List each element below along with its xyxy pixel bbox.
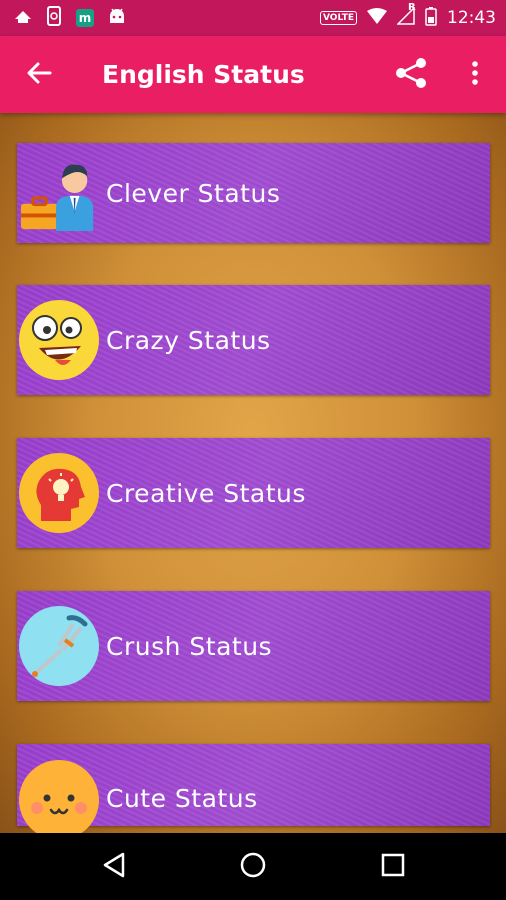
android-icon xyxy=(108,8,126,28)
category-label: Creative Status xyxy=(106,478,306,508)
nav-home-button[interactable] xyxy=(235,849,271,885)
square-recents-icon xyxy=(381,853,405,881)
phone-sync-icon xyxy=(46,6,62,30)
status-bar: m VOLTE R 12:43 xyxy=(0,0,506,36)
category-crush-status[interactable]: Crush Status xyxy=(17,591,490,701)
circle-home-icon xyxy=(239,851,267,883)
volte-badge: VOLTE xyxy=(320,11,357,25)
overflow-menu-button[interactable] xyxy=(462,56,488,94)
wifi-icon xyxy=(367,7,387,29)
cute-face-icon xyxy=(19,760,99,833)
arrow-back-icon xyxy=(26,60,52,90)
category-label: Crush Status xyxy=(106,631,273,661)
category-label: Cute Status xyxy=(106,784,258,813)
creative-head-icon xyxy=(19,453,99,533)
system-icons: VOLTE R 12:43 xyxy=(320,2,496,31)
category-cute-status[interactable]: Cute Status xyxy=(17,744,490,833)
category-crazy-status[interactable]: Crazy Status xyxy=(17,285,490,395)
crazy-face-icon xyxy=(19,300,99,380)
triangle-back-icon xyxy=(101,851,127,883)
crutch-icon xyxy=(19,606,99,686)
share-icon xyxy=(394,56,428,94)
more-vert-icon xyxy=(471,60,479,90)
app-bar: English Status xyxy=(0,36,506,113)
back-button[interactable] xyxy=(22,58,56,92)
category-clever-status[interactable]: Clever Status xyxy=(17,143,490,243)
category-label: Crazy Status xyxy=(106,325,271,355)
navigation-bar xyxy=(0,833,506,900)
nav-back-button[interactable] xyxy=(96,849,132,885)
category-creative-status[interactable]: Creative Status xyxy=(17,438,490,548)
screen: m VOLTE R 12:43 English Status Clever St… xyxy=(0,0,506,900)
share-button[interactable] xyxy=(392,56,430,94)
notification-icons: m xyxy=(14,6,126,30)
page-title: English Status xyxy=(102,60,305,89)
nav-recents-button[interactable] xyxy=(375,849,411,885)
roaming-indicator: R xyxy=(408,1,416,13)
battery-icon xyxy=(425,6,437,31)
signal-icon: R xyxy=(396,2,416,30)
cloud-upload-icon xyxy=(14,9,32,28)
category-label: Clever Status xyxy=(106,178,281,208)
businessman-icon xyxy=(19,153,99,233)
category-list: Clever Status Crazy Status Creative Stat… xyxy=(0,113,506,833)
m-app-icon: m xyxy=(76,9,94,27)
clock: 12:43 xyxy=(447,8,496,28)
